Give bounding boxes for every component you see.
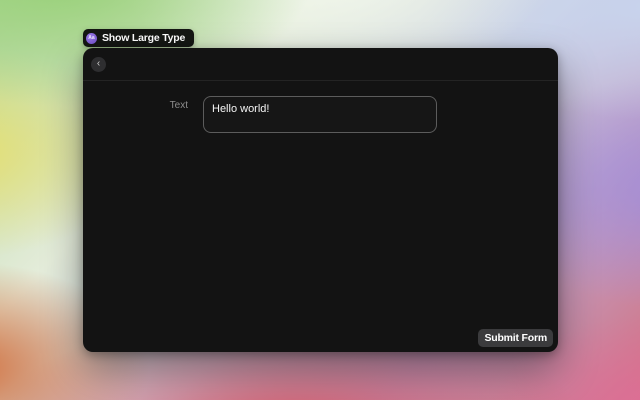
submit-form-button[interactable]: Submit Form — [478, 329, 553, 347]
window-header: ‹ — [83, 48, 558, 81]
large-type-extension-icon: Aa — [86, 33, 97, 44]
app-window: ‹ Text Hello world! Submit Form — [83, 48, 558, 352]
text-field-input[interactable]: Hello world! — [203, 96, 437, 133]
back-button[interactable]: ‹ — [91, 57, 106, 72]
command-title-label: Show Large Type — [102, 32, 185, 44]
desktop-background: { "badge": { "icon_label": "Aa", "label"… — [0, 0, 640, 400]
text-field-label: Text — [83, 100, 188, 111]
command-title-badge: Aa Show Large Type — [83, 29, 194, 47]
